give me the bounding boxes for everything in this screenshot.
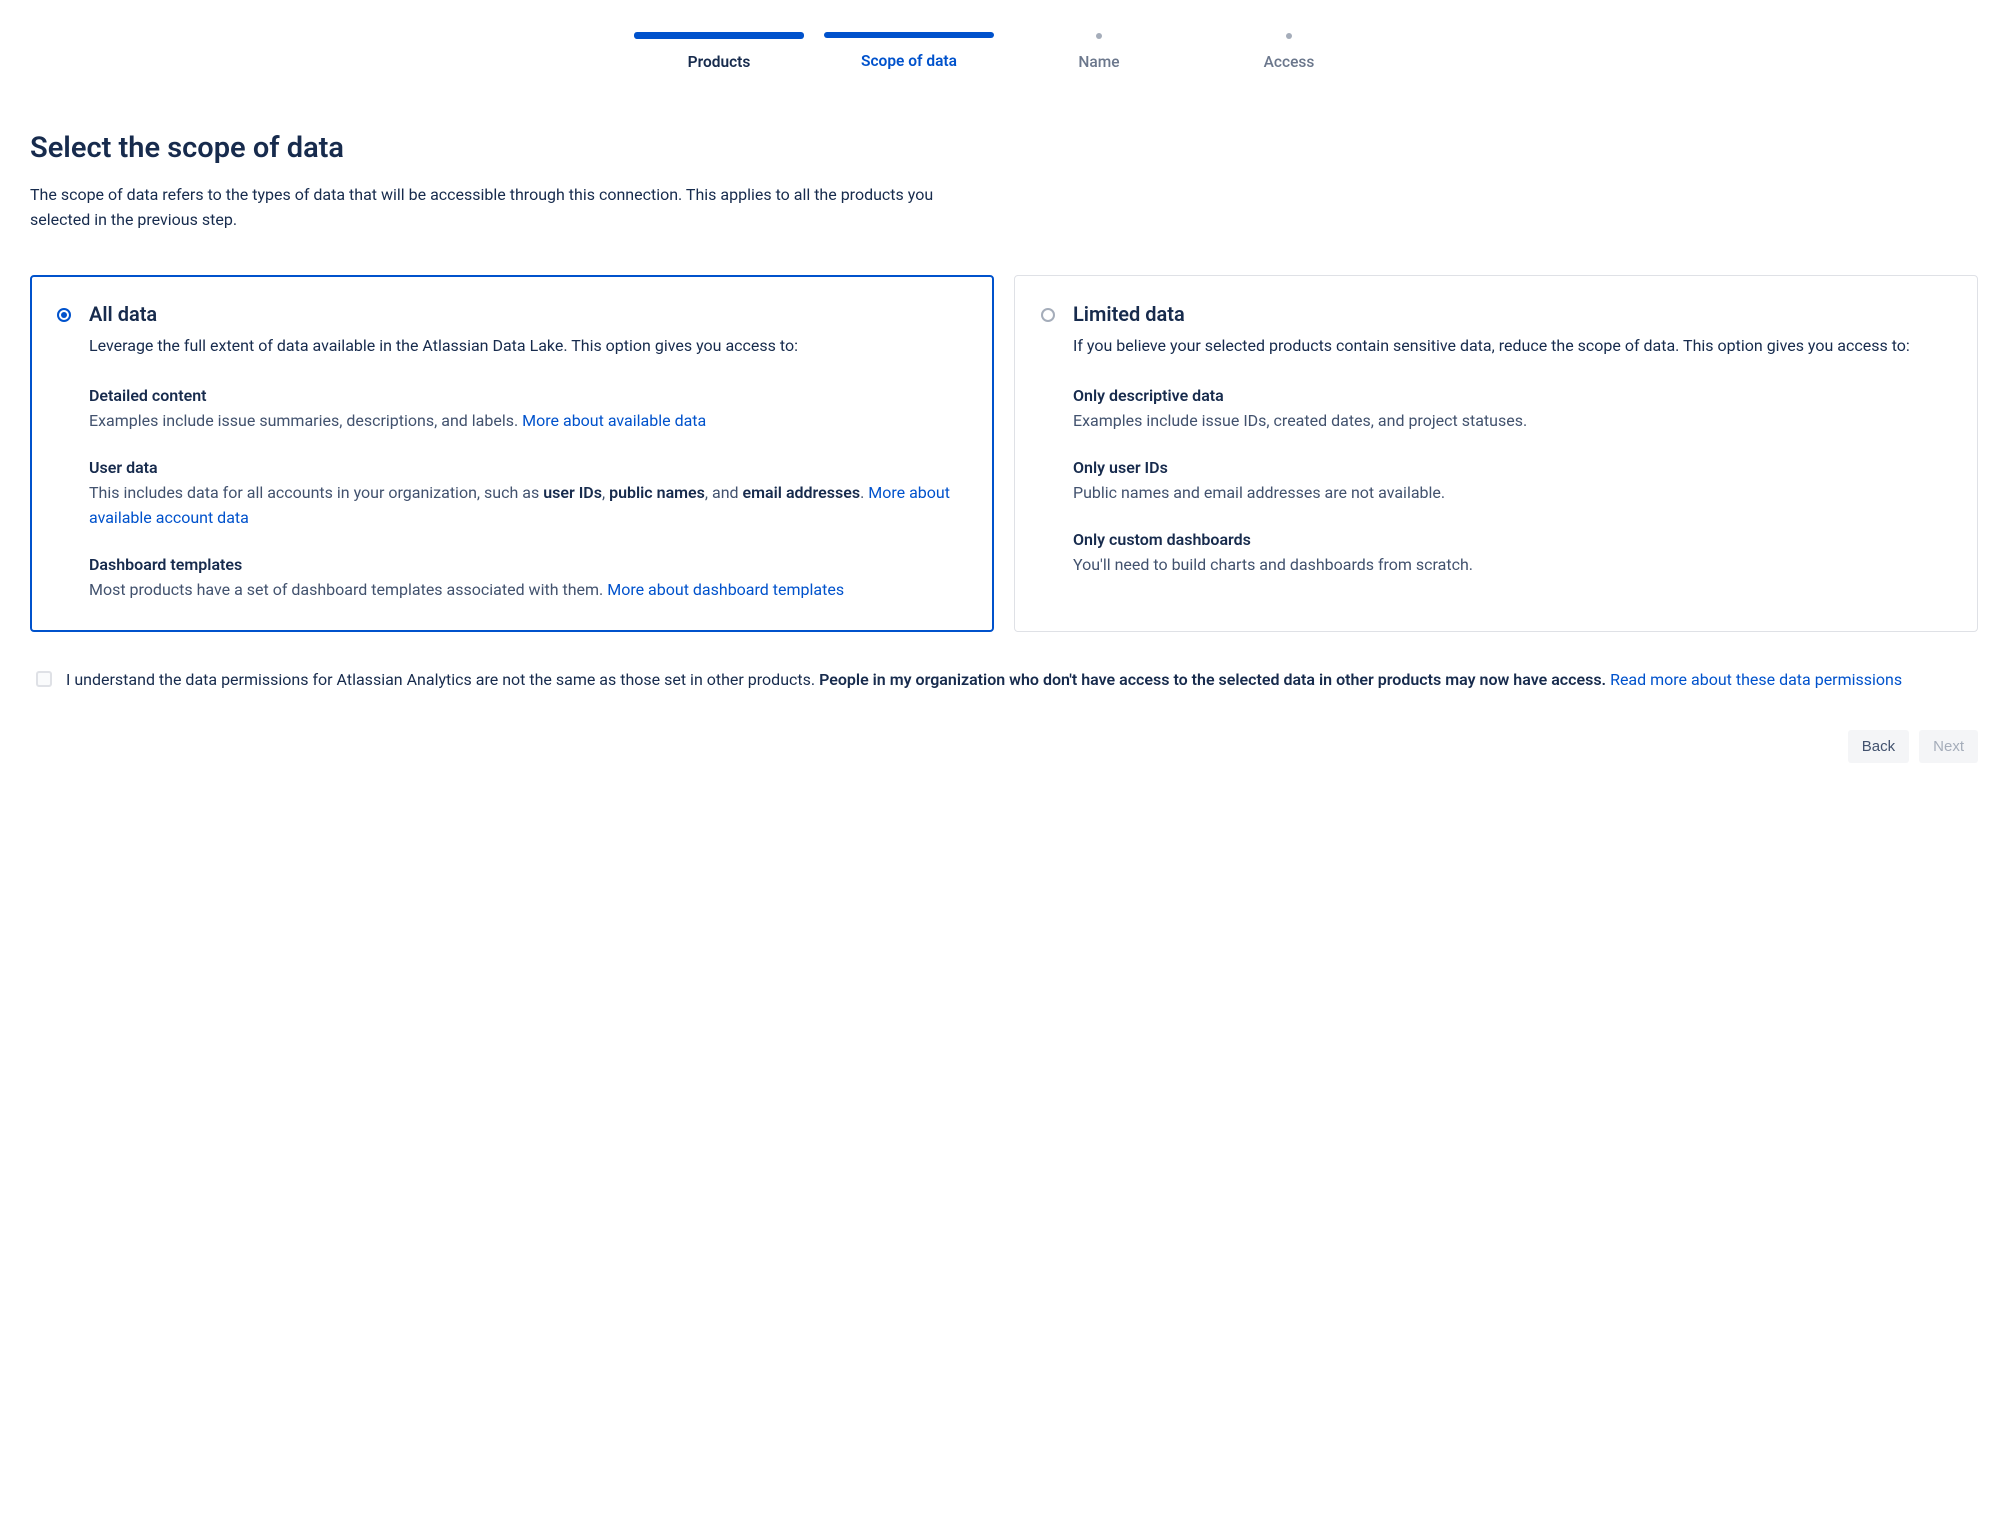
back-button[interactable]: Back [1848, 730, 1909, 763]
feature-detailed-content: Detailed content Examples include issue … [89, 386, 967, 434]
radio-all-data[interactable] [57, 308, 71, 322]
radio-limited-data[interactable] [1041, 308, 1055, 322]
scope-options: All data Leverage the full extent of dat… [30, 275, 1978, 632]
link-dashboard-templates[interactable]: More about dashboard templates [607, 580, 844, 599]
step-indicator-active [824, 32, 994, 38]
page-title: Select the scope of data [30, 131, 1978, 165]
option-title: All data [89, 302, 967, 326]
feature-dashboard-templates: Dashboard templates Most products have a… [89, 555, 967, 603]
feature-text: You'll need to build charts and dashboar… [1073, 553, 1951, 578]
feature-only-user-ids: Only user IDs Public names and email add… [1073, 458, 1951, 506]
consent-checkbox[interactable] [36, 671, 52, 687]
step-label: Name [1078, 53, 1119, 71]
feature-text: This includes data for all accounts in y… [89, 481, 967, 531]
actions: Back Next [30, 730, 1978, 763]
feature-text: Examples include issue IDs, created date… [1073, 409, 1951, 434]
step-label: Products [688, 53, 751, 71]
next-button[interactable]: Next [1919, 730, 1978, 763]
step-products[interactable]: Products [634, 32, 804, 71]
feature-title: User data [89, 458, 967, 477]
step-scope-of-data[interactable]: Scope of data [824, 32, 994, 71]
stepper: Products Scope of data Name Access [30, 32, 1978, 71]
option-limited-data[interactable]: Limited data If you believe your selecte… [1014, 275, 1978, 632]
step-label: Access [1264, 53, 1315, 71]
consent-row: I understand the data permissions for At… [30, 662, 1978, 699]
option-all-data[interactable]: All data Leverage the full extent of dat… [30, 275, 994, 632]
option-description: If you believe your selected products co… [1073, 334, 1951, 359]
link-data-permissions[interactable]: Read more about these data permissions [1610, 670, 1902, 689]
feature-title: Only user IDs [1073, 458, 1951, 477]
option-title: Limited data [1073, 302, 1951, 326]
feature-title: Detailed content [89, 386, 967, 405]
step-name[interactable]: Name [1014, 32, 1184, 71]
step-indicator-upcoming [1096, 33, 1102, 39]
consent-text: I understand the data permissions for At… [66, 668, 1902, 693]
link-available-data[interactable]: More about available data [522, 411, 706, 430]
feature-text: Most products have a set of dashboard te… [89, 578, 967, 603]
feature-title: Dashboard templates [89, 555, 967, 574]
feature-user-data: User data This includes data for all acc… [89, 458, 967, 531]
feature-text: Public names and email addresses are not… [1073, 481, 1951, 506]
step-indicator-upcoming [1286, 33, 1292, 39]
feature-title: Only descriptive data [1073, 386, 1951, 405]
option-description: Leverage the full extent of data availab… [89, 334, 967, 359]
step-access[interactable]: Access [1204, 32, 1374, 71]
feature-text: Examples include issue summaries, descri… [89, 409, 967, 434]
step-indicator-completed [634, 32, 804, 39]
feature-only-custom-dashboards: Only custom dashboards You'll need to bu… [1073, 530, 1951, 578]
feature-only-descriptive-data: Only descriptive data Examples include i… [1073, 386, 1951, 434]
page-description: The scope of data refers to the types of… [30, 183, 950, 233]
step-label: Scope of data [861, 52, 957, 70]
feature-title: Only custom dashboards [1073, 530, 1951, 549]
